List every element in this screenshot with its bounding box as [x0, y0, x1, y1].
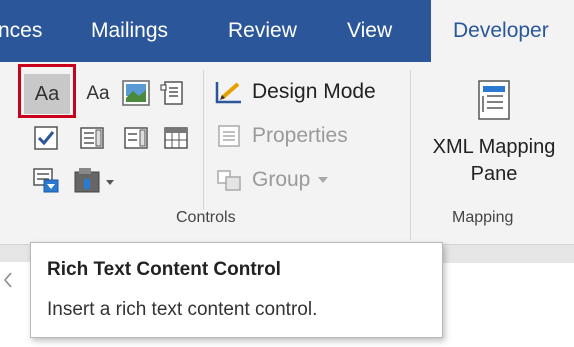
- properties-icon: [218, 125, 240, 147]
- building-block-icon: [160, 81, 183, 105]
- design-mode-button[interactable]: Design Mode: [214, 74, 376, 110]
- group-separator: [410, 70, 411, 240]
- document-edge: [0, 262, 30, 347]
- xml-mapping-label-line2: Pane: [470, 163, 518, 185]
- drop-down-list-icon: [124, 127, 148, 149]
- repeating-section-content-control-button[interactable]: [28, 162, 64, 198]
- date-picker-content-control-button[interactable]: [160, 122, 192, 154]
- design-mode-icon: [215, 82, 241, 104]
- combo-box-content-control-button[interactable]: [76, 122, 108, 154]
- group-button[interactable]: Group: [214, 162, 330, 198]
- repeating-section-icon: [33, 168, 59, 193]
- chevron-left-icon: [4, 272, 12, 288]
- tab-review[interactable]: Review: [228, 0, 297, 62]
- properties-button[interactable]: Properties: [214, 118, 348, 154]
- checkbox-content-control-button[interactable]: [30, 122, 62, 154]
- picture-content-control-button[interactable]: [120, 76, 152, 110]
- xml-mapping-icon: [478, 80, 510, 120]
- controls-group-label: Controls: [176, 209, 236, 226]
- group-separator: [203, 70, 204, 210]
- xml-mapping-pane-button[interactable]: XML Mapping Pane: [414, 68, 574, 204]
- drop-down-list-content-control-button[interactable]: [120, 122, 152, 154]
- group-icon: [217, 170, 241, 191]
- xml-mapping-label-line1: XML Mapping: [432, 136, 556, 158]
- chevron-down-icon: [318, 177, 329, 183]
- calendar-icon: [164, 127, 188, 149]
- legacy-tools-icon: [74, 168, 114, 193]
- tab-mailings[interactable]: Mailings: [91, 0, 168, 62]
- mapping-group-label: Mapping: [452, 209, 514, 226]
- picture-icon: [122, 80, 150, 106]
- legacy-tools-button[interactable]: [70, 162, 120, 198]
- tooltip-description: Insert a rich text content control.: [47, 299, 318, 320]
- tab-view[interactable]: View: [347, 0, 392, 62]
- tooltip-title: Rich Text Content Control: [47, 259, 281, 280]
- plain-text-icon: Aa: [86, 83, 110, 104]
- tab-references[interactable]: nces: [0, 0, 42, 62]
- ribbon: Aa Aa Design Mode Properties Group Contr…: [0, 62, 574, 244]
- combo-box-icon: [80, 127, 104, 149]
- plain-text-content-control-button[interactable]: Aa: [78, 74, 118, 114]
- highlight-box: [18, 64, 76, 118]
- ribbon-tab-bar: nces Mailings Review View Developer: [0, 0, 574, 62]
- tooltip: Rich Text Content Control Insert a rich …: [30, 242, 443, 338]
- building-block-gallery-button[interactable]: [158, 76, 188, 110]
- checkbox-icon: [34, 126, 58, 150]
- tab-developer[interactable]: Developer: [431, 0, 574, 62]
